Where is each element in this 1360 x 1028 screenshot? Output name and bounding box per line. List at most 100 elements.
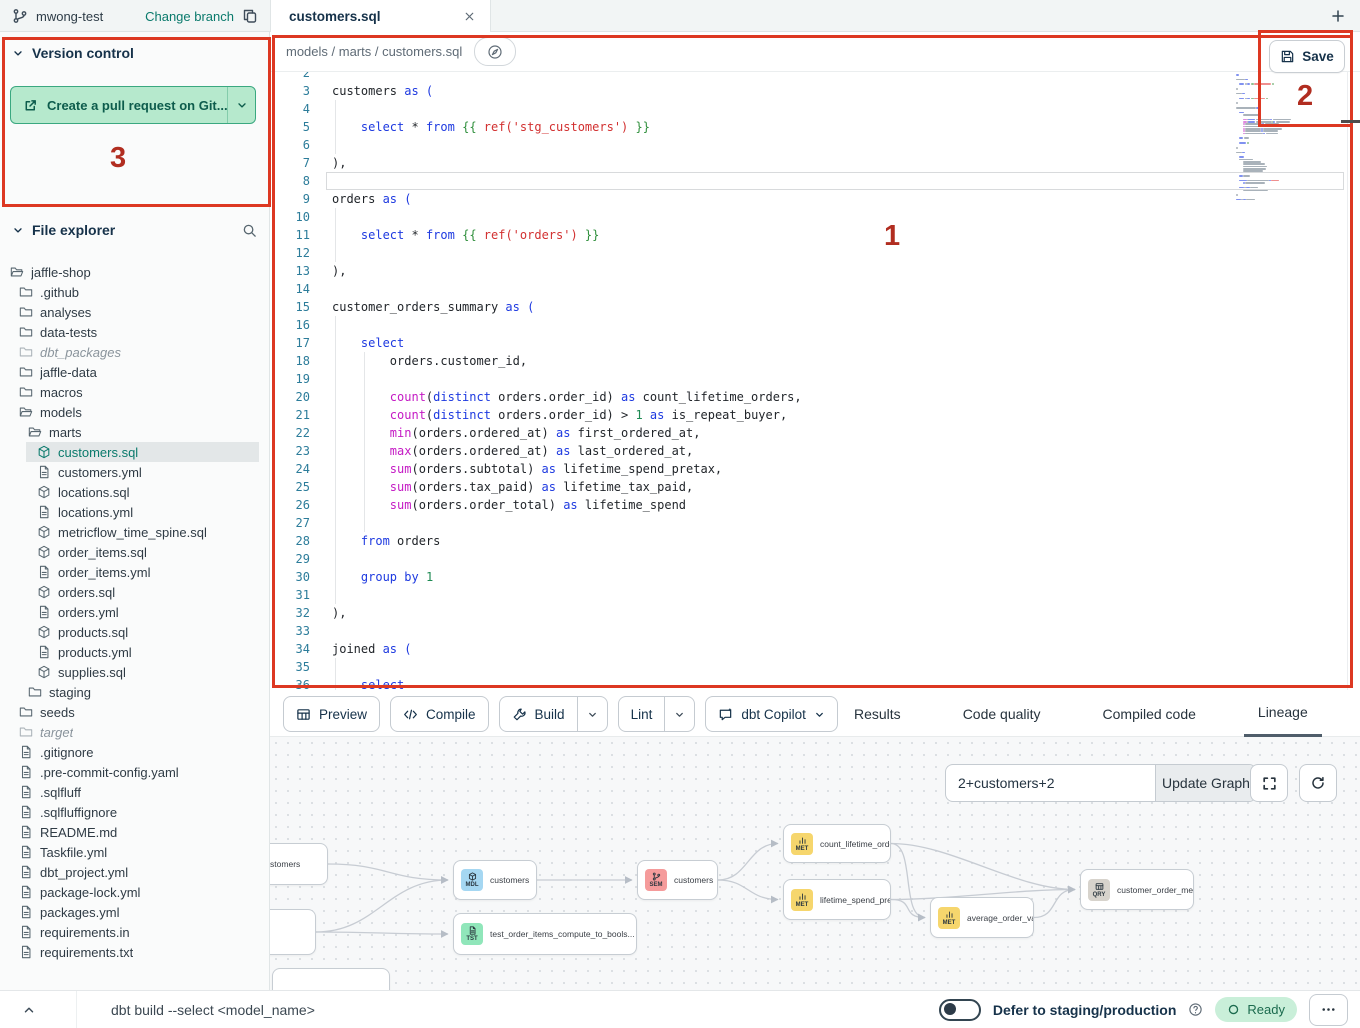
refresh-button[interactable] [1299,764,1337,802]
line-number: 6 [270,136,310,154]
tree-item-supplies-sql[interactable]: supplies.sql [0,662,269,682]
lineage-filter-input[interactable]: 2+customers+2 [946,765,1155,801]
tree-item-dbt-packages[interactable]: dbt_packages [0,342,269,362]
tree-item--sqlfluffignore[interactable]: .sqlfluffignore [0,802,269,822]
lineage-node-cnt[interactable]: METcount_lifetime_orders [783,824,891,863]
tree-item-metricflow-time-spine-sql[interactable]: metricflow_time_spine.sql [0,522,269,542]
lineage-node-customers_mdl[interactable]: MDLcustomers [453,860,537,900]
lineage-node-partial[interactable] [272,968,390,990]
create-pull-request-button[interactable]: Create a pull request on Git... [10,86,256,124]
line-number: 29 [270,550,310,568]
more-options-button[interactable] [1309,994,1348,1026]
tree-item-products-yml[interactable]: products.yml [0,642,269,662]
tree-item--gitignore[interactable]: .gitignore [0,742,269,762]
tree-item-data-tests[interactable]: data-tests [0,322,269,342]
save-button[interactable]: Save [1269,40,1345,73]
preview-button[interactable]: Preview [283,696,380,732]
close-icon[interactable] [463,10,476,23]
code-line-12 [332,244,1360,262]
defer-toggle[interactable] [939,999,981,1021]
lineage-node-tst[interactable]: TSTtest_order_items_compute_to_bools... [453,913,637,955]
lineage-node-customers_sem[interactable]: SEMcustomers [637,860,718,900]
copilot-button[interactable]: dbt Copilot [705,696,838,732]
tree-item-models[interactable]: models [0,402,269,422]
lineage-node-stg_customers[interactable]: MDLstg_customers [270,843,328,885]
tree-item-taskfile-yml[interactable]: Taskfile.yml [0,842,269,862]
code-health-button[interactable] [474,37,516,66]
lineage-node-orders[interactable]: MDLorders [270,909,316,955]
tree-item-dbt-project-yml[interactable]: dbt_project.yml [0,862,269,882]
tree-item--pre-commit-config-yaml[interactable]: .pre-commit-config.yaml [0,762,269,782]
top-bar: mwong-test Change branch customers.sql [0,0,1360,32]
change-branch-link[interactable]: Change branch [145,9,234,24]
tree-item-seeds[interactable]: seeds [0,702,269,722]
line-number: 18 [270,352,310,370]
tree-item-order-items-sql[interactable]: order_items.sql [0,542,269,562]
tree-item-order-items-yml[interactable]: order_items.yml [0,562,269,582]
fullscreen-button[interactable] [1250,764,1288,802]
sem-node-icon: SEM [645,869,667,891]
code-line-23: max(orders.ordered_at) as last_ordered_a… [332,442,1360,460]
model-icon [37,445,51,459]
tree-item-customers-sql[interactable]: customers.sql [26,442,259,462]
lint-dropdown[interactable] [664,697,694,731]
tab-customers-sql[interactable]: customers.sql [270,0,491,32]
tree-item-packages-yml[interactable]: packages.yml [0,902,269,922]
tree-item-readme-md[interactable]: README.md [0,822,269,842]
tree-item-macros[interactable]: macros [0,382,269,402]
tree-item-orders-sql[interactable]: orders.sql [0,582,269,602]
tab-results[interactable]: Results [840,690,915,737]
tree-item-products-sql[interactable]: products.sql [0,622,269,642]
tree-item-label: order_items.yml [58,565,150,580]
action-bar: Preview Compile Build Lintdbt Copilot Resul… [270,690,1360,737]
lineage-node-pre[interactable]: METlifetime_spend_pretax [783,879,891,920]
tree-item-label: products.sql [58,625,128,640]
version-control-header[interactable]: Version control [0,45,269,61]
lint-button[interactable]: Lint [618,696,696,732]
lineage-node-qry[interactable]: QRYcustomer_order_metrics [1080,869,1194,910]
compile-button[interactable]: Compile [390,696,489,732]
command-hint[interactable]: dbt build --select <model_name> [111,1002,315,1018]
build-dropdown[interactable] [577,697,607,731]
tree-item-locations-yml[interactable]: locations.yml [0,502,269,522]
breadcrumb: models / marts / customers.sql [286,44,462,59]
code-line-30: group by 1 [332,568,1360,586]
code-line-22: min(orders.ordered_at) as first_ordered_… [332,424,1360,442]
tree-item-customers-yml[interactable]: customers.yml [0,462,269,482]
tree-item-jaffle-data[interactable]: jaffle-data [0,362,269,382]
pr-button-dropdown[interactable] [227,87,255,123]
tree-item-locations-sql[interactable]: locations.sql [0,482,269,502]
search-icon[interactable] [242,223,257,238]
file-icon [19,925,33,939]
chevron-up-icon[interactable] [22,1003,36,1017]
tree-item-analyses[interactable]: analyses [0,302,269,322]
tree-item-requirements-in[interactable]: requirements.in [0,922,269,942]
folder-icon [19,305,33,319]
node-label: lifetime_spend_pretax [820,895,891,905]
code-area[interactable]: 23customers as (45 select * from {{ ref(… [270,72,1360,690]
tree-item-marts[interactable]: marts [0,422,269,442]
help-icon[interactable] [1188,1002,1203,1017]
tab-code-quality[interactable]: Code quality [949,690,1055,737]
tab-compiled-code[interactable]: Compiled code [1089,690,1210,737]
file-explorer-header[interactable]: File explorer [0,222,269,238]
code-line-36: select [332,676,1360,690]
code-line-3: customers as ( [332,82,1360,100]
copy-icon[interactable] [242,8,258,24]
update-graph-button[interactable]: Update Graph [1155,765,1256,801]
lineage-node-avg[interactable]: METaverage_order_value [930,897,1034,938]
tree-item-staging[interactable]: staging [0,682,269,702]
tree-item--sqlfluff[interactable]: .sqlfluff [0,782,269,802]
file-icon [19,785,33,799]
tab-lineage[interactable]: Lineage [1244,690,1322,737]
tree-item-orders-yml[interactable]: orders.yml [0,602,269,622]
tree-item-target[interactable]: target [0,722,269,742]
build-button[interactable]: Build [499,696,608,732]
line-number: 25 [270,478,310,496]
tree-item-requirements-txt[interactable]: requirements.txt [0,942,269,962]
new-tab-icon[interactable] [1330,8,1346,24]
lineage-panel[interactable]: 2+customers+2 Update Graph MDLstg_custom… [270,737,1360,990]
tree-item--github[interactable]: .github [0,282,269,302]
tree-item-jaffle-shop[interactable]: jaffle-shop [0,262,269,282]
tree-item-package-lock-yml[interactable]: package-lock.yml [0,882,269,902]
